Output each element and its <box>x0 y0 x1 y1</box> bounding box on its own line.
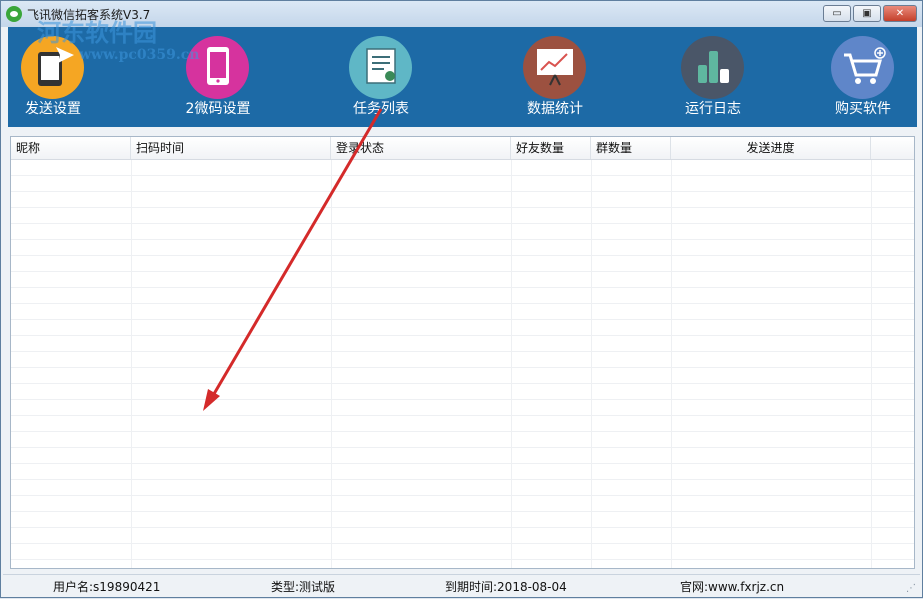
table-body[interactable] <box>11 160 914 568</box>
toolbar-task-list[interactable]: 任务列表 <box>326 27 436 127</box>
toolbar-label: 发送设置 <box>25 101 81 117</box>
maximize-button[interactable]: ▣ <box>853 5 881 22</box>
status-username: 用户名:s19890421 <box>53 580 161 594</box>
toolbar-qrcode-settings[interactable]: 2微码设置 <box>163 27 273 127</box>
toolbar-label: 2微码设置 <box>185 101 251 117</box>
toolbar-label: 购买软件 <box>835 101 891 117</box>
wechat-app-icon <box>6 6 22 22</box>
column-header-filler <box>871 137 914 159</box>
column-header-nickname[interactable]: 昵称 <box>11 137 131 159</box>
table-header: 昵称 扫码时间 登录状态 好友数量 群数量 发送进度 <box>11 137 914 160</box>
toolbar-label: 任务列表 <box>353 101 409 117</box>
shopping-cart-icon <box>844 47 886 84</box>
toolbar-run-log[interactable]: 运行日志 <box>658 27 768 127</box>
column-divider <box>871 160 872 568</box>
close-button[interactable]: ✕ <box>883 5 917 22</box>
close-icon: ✕ <box>895 8 905 19</box>
status-website: 官网:www.fxrjz.cn <box>680 580 785 594</box>
status-expiry-date: 到期时间:2018-08-04 <box>445 580 567 594</box>
toolbar-label: 运行日志 <box>685 101 741 117</box>
column-header-send-progress[interactable]: 发送进度 <box>671 137 871 159</box>
watermark-url: www.pc0359.cn <box>79 47 200 63</box>
column-header-friend-count[interactable]: 好友数量 <box>511 137 591 159</box>
column-divider <box>131 160 132 568</box>
resize-grip-icon[interactable]: ⋰ <box>906 583 916 594</box>
column-header-scan-time[interactable]: 扫码时间 <box>131 137 331 159</box>
watermark-text: 河东软件园 <box>37 18 157 47</box>
column-divider <box>671 160 672 568</box>
column-divider <box>331 160 332 568</box>
maximize-icon: ▣ <box>862 8 872 19</box>
toolbar-data-statistics[interactable]: 数据统计 <box>500 27 610 127</box>
toolbar-buy-software[interactable]: 购买软件 <box>808 27 918 127</box>
status-bar: 用户名:s19890421 类型:测试版 到期时间:2018-08-04 官网:… <box>3 574 920 597</box>
toolbar-label: 数据统计 <box>527 101 583 117</box>
minimize-icon: ▭ <box>832 8 842 19</box>
app-window: 飞讯微信拓客系统V3.7 ▭ ▣ ✕ 发送设置 2微码设置 任务列表 数据统计 … <box>0 0 923 598</box>
presentation-chart-icon <box>537 49 573 86</box>
mobile-phone-icon <box>207 47 229 85</box>
column-divider <box>591 160 592 568</box>
certificate-list-icon <box>366 48 396 84</box>
bar-chart-icon <box>698 51 729 83</box>
column-header-login-status[interactable]: 登录状态 <box>331 137 511 159</box>
column-divider <box>511 160 512 568</box>
status-account-type: 类型:测试版 <box>271 580 336 594</box>
task-table[interactable]: 昵称 扫码时间 登录状态 好友数量 群数量 发送进度 <box>10 136 915 569</box>
column-header-group-count[interactable]: 群数量 <box>591 137 671 159</box>
minimize-button[interactable]: ▭ <box>823 5 851 22</box>
